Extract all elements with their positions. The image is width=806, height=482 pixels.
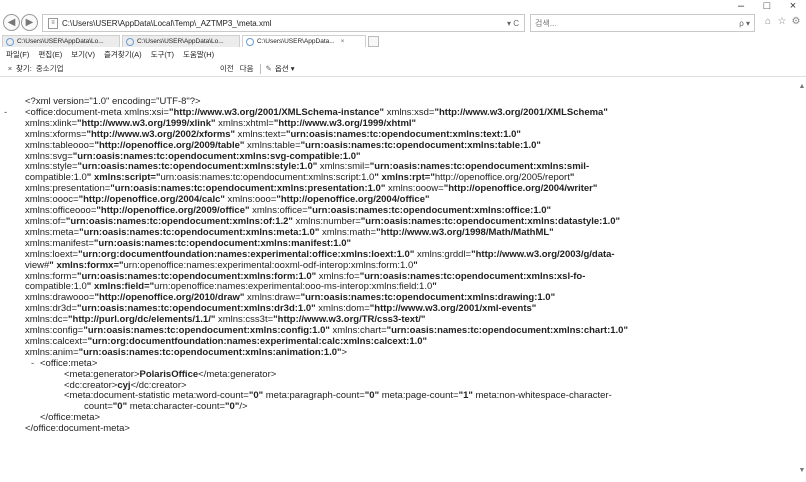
scroll-up-icon[interactable]: ▲: [798, 82, 806, 92]
tab-strip: C:\Users\USER\AppData\Lo... C:\Users\USE…: [0, 34, 806, 47]
menu-tools[interactable]: 도구(T): [151, 49, 174, 61]
menu-file[interactable]: 파일(F): [6, 49, 29, 61]
xml-statistic-line-2: count="0" meta:character-count="0"/>: [84, 401, 248, 413]
find-bar: × 찾기: 중소기업 이전 다음 ✎ 옵션 ▾: [0, 62, 806, 75]
tab-favicon-icon: [246, 37, 254, 46]
menu-favorites[interactable]: 즐겨찾기(A): [104, 49, 142, 61]
tab-3-active[interactable]: C:\Users\USER\AppData... ×: [242, 35, 366, 47]
collapse-toggle-meta[interactable]: -: [31, 358, 34, 370]
forward-button[interactable]: ▶: [21, 14, 38, 31]
address-row: ◀ ▶ ≡ C:\Users\USER\AppData\Local\Temp\_…: [0, 12, 806, 34]
tab-favicon-icon: [126, 37, 134, 46]
find-close-icon[interactable]: ×: [6, 62, 14, 75]
find-input[interactable]: 중소기업: [36, 62, 206, 75]
home-icon[interactable]: ⌂: [762, 16, 774, 28]
search-box[interactable]: ρ ▾: [530, 14, 755, 32]
search-icon[interactable]: ρ ▾: [739, 19, 754, 28]
tab-favicon-icon: [6, 37, 14, 46]
highlight-pen-icon[interactable]: ✎: [266, 62, 272, 75]
menu-edit[interactable]: 편집(E): [38, 49, 62, 61]
new-tab-button[interactable]: [368, 36, 379, 47]
find-previous-button[interactable]: 이전: [220, 62, 234, 75]
ie-window: – □ × ◀ ▶ ≡ C:\Users\USER\AppData\Local\…: [0, 0, 806, 482]
forward-arrow-icon: ▶: [25, 17, 34, 28]
xml-namespace-line: xmlns:anim="urn:oasis:names:tc:opendocum…: [25, 346, 348, 358]
find-separator: [259, 63, 261, 74]
collapse-toggle-root[interactable]: -: [4, 107, 7, 119]
star-icon[interactable]: ☆: [776, 16, 788, 28]
tab-1[interactable]: C:\Users\USER\AppData\Lo...: [2, 35, 120, 47]
xml-document: <?xml version="1.0" encoding="UTF-8"?> -…: [0, 96, 790, 435]
find-label: 찾기:: [16, 64, 32, 73]
back-arrow-icon: ◀: [7, 17, 16, 28]
xml-viewer: <?xml version="1.0" encoding="UTF-8"?> -…: [0, 77, 798, 482]
scroll-down-icon[interactable]: ▼: [798, 466, 806, 476]
find-next-button[interactable]: 다음: [240, 62, 254, 75]
refresh-dropdown[interactable]: ▾ C: [507, 19, 524, 28]
address-url[interactable]: C:\Users\USER\AppData\Local\Temp\_AZTMP3…: [62, 19, 507, 28]
address-bar[interactable]: ≡ C:\Users\USER\AppData\Local\Temp\_AZTM…: [42, 14, 525, 32]
page-icon: ≡: [48, 17, 58, 29]
tab-title: C:\Users\USER\AppData\Lo...: [17, 38, 104, 45]
xml-root-close: </office:document-meta>: [25, 423, 130, 435]
back-button[interactable]: ◀: [3, 14, 20, 31]
menu-help[interactable]: 도움말(H): [183, 49, 214, 61]
menu-view[interactable]: 보기(V): [71, 49, 95, 61]
tab-title: C:\Users\USER\AppData\Lo...: [137, 38, 224, 45]
tab-close-icon[interactable]: ×: [341, 36, 345, 47]
menu-bar: 파일(F) 편집(E) 보기(V) 즐겨찾기(A) 도구(T) 도움말(H): [6, 49, 214, 61]
vertical-scrollbar[interactable]: ▲ ▼: [798, 77, 806, 482]
xml-root-ns-line: <office:document-meta xmlns:xsi="http://…: [25, 106, 608, 118]
xml-meta-open-tag: <office:meta>: [40, 357, 98, 369]
find-options-button[interactable]: 옵션 ▾: [275, 62, 295, 75]
toolbar-icons: ⌂ ☆ ⚙ ☺: [762, 16, 806, 28]
gear-icon[interactable]: ⚙: [790, 16, 802, 28]
tab-title: C:\Users\USER\AppData...: [257, 38, 335, 45]
search-input[interactable]: [531, 18, 740, 28]
xml-namespace-block: xmlns:xlink="http://www.w3.org/1999/xlin…: [0, 118, 790, 359]
tab-2[interactable]: C:\Users\USER\AppData\Lo...: [122, 35, 240, 47]
